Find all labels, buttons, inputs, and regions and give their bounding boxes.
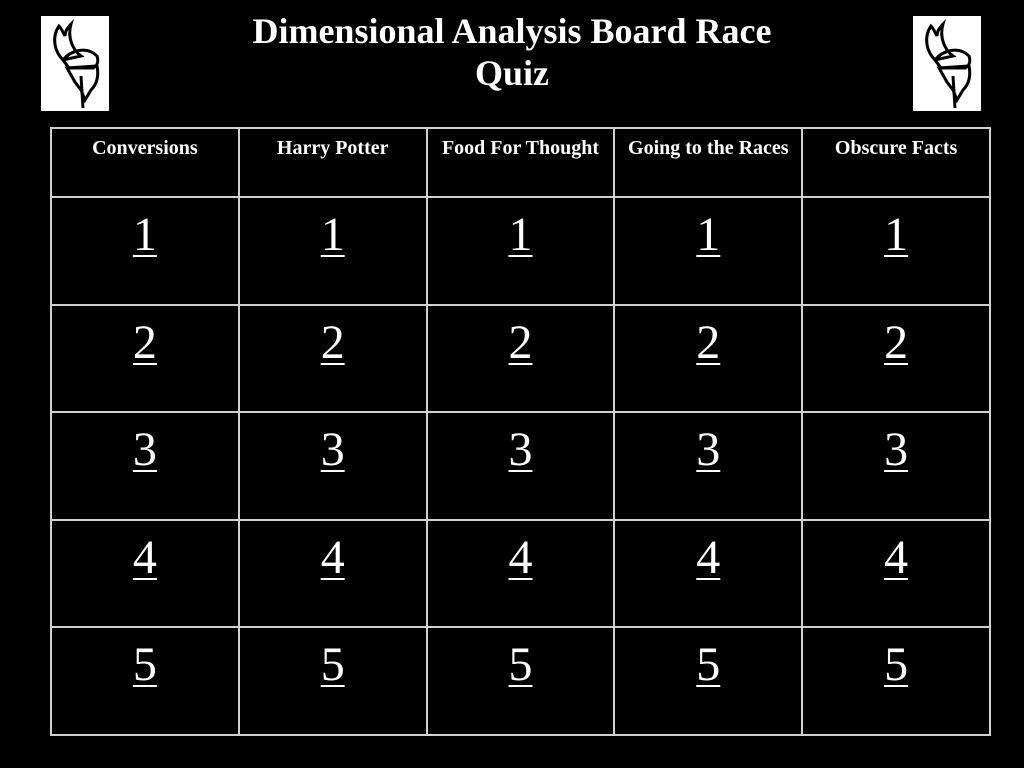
question-link[interactable]: 3 <box>321 423 345 477</box>
question-link[interactable]: 4 <box>321 531 345 585</box>
viking-logo-right <box>913 16 981 111</box>
question-cell: 4 <box>801 518 991 629</box>
question-link[interactable]: 1 <box>133 208 157 262</box>
question-link[interactable]: 3 <box>696 423 720 477</box>
question-cell: 1 <box>237 196 428 306</box>
question-link[interactable]: 3 <box>133 423 157 477</box>
question-link[interactable]: 1 <box>321 208 345 262</box>
question-link[interactable]: 4 <box>508 531 532 585</box>
question-link[interactable]: 1 <box>884 208 908 262</box>
question-link[interactable]: 5 <box>508 638 532 692</box>
question-link[interactable]: 5 <box>133 638 157 692</box>
question-link[interactable]: 2 <box>508 316 532 370</box>
question-link[interactable]: 4 <box>884 531 908 585</box>
category-header: Conversions <box>50 127 240 198</box>
question-cell: 3 <box>237 411 428 521</box>
category-header: Obscure Facts <box>801 127 991 198</box>
question-cell: 1 <box>801 196 991 306</box>
slide-title: Dimensional Analysis Board Race Quiz <box>180 10 844 94</box>
question-link[interactable]: 5 <box>696 638 720 692</box>
category-header: Going to the Races <box>613 127 804 198</box>
question-row: 2 2 2 2 2 <box>50 303 991 414</box>
question-cell: 5 <box>50 626 240 736</box>
question-cell: 3 <box>801 411 991 521</box>
question-cell: 4 <box>425 518 616 629</box>
question-link[interactable]: 4 <box>133 531 157 585</box>
question-cell: 4 <box>613 518 804 629</box>
question-cell: 2 <box>613 303 804 414</box>
question-cell: 2 <box>425 303 616 414</box>
question-cell: 3 <box>425 411 616 521</box>
question-row: 5 5 5 5 5 <box>50 626 991 736</box>
quiz-board: Conversions Harry Potter Food For Though… <box>50 127 991 736</box>
question-link[interactable]: 1 <box>508 208 532 262</box>
question-cell: 3 <box>613 411 804 521</box>
slide-title-line-1: Dimensional Analysis Board Race <box>252 11 772 51</box>
category-header-row: Conversions Harry Potter Food For Though… <box>50 127 991 198</box>
question-cell: 1 <box>50 196 240 306</box>
question-row: 1 1 1 1 1 <box>50 196 991 306</box>
category-header: Harry Potter <box>237 127 428 198</box>
question-cell: 5 <box>237 626 428 736</box>
question-cell: 5 <box>801 626 991 736</box>
question-link[interactable]: 3 <box>508 423 532 477</box>
question-link[interactable]: 5 <box>884 638 908 692</box>
question-cell: 2 <box>50 303 240 414</box>
question-cell: 4 <box>50 518 240 629</box>
question-link[interactable]: 4 <box>696 531 720 585</box>
question-link[interactable]: 2 <box>884 316 908 370</box>
viking-logo-left <box>41 16 109 111</box>
question-link[interactable]: 2 <box>133 316 157 370</box>
question-link[interactable]: 3 <box>884 423 908 477</box>
question-cell: 1 <box>613 196 804 306</box>
question-cell: 5 <box>613 626 804 736</box>
question-row: 4 4 4 4 4 <box>50 518 991 629</box>
question-cell: 3 <box>50 411 240 521</box>
question-cell: 2 <box>237 303 428 414</box>
viking-helmet-icon <box>925 18 972 109</box>
question-cell: 4 <box>237 518 428 629</box>
question-cell: 1 <box>425 196 616 306</box>
question-row: 3 3 3 3 3 <box>50 411 991 521</box>
question-link[interactable]: 2 <box>696 316 720 370</box>
viking-helmet-icon <box>53 18 100 109</box>
slide-title-line-2: Quiz <box>474 53 549 93</box>
question-cell: 2 <box>801 303 991 414</box>
question-link[interactable]: 1 <box>696 208 720 262</box>
question-link[interactable]: 2 <box>321 316 345 370</box>
question-link[interactable]: 5 <box>321 638 345 692</box>
question-cell: 5 <box>425 626 616 736</box>
category-header: Food For Thought <box>425 127 616 198</box>
